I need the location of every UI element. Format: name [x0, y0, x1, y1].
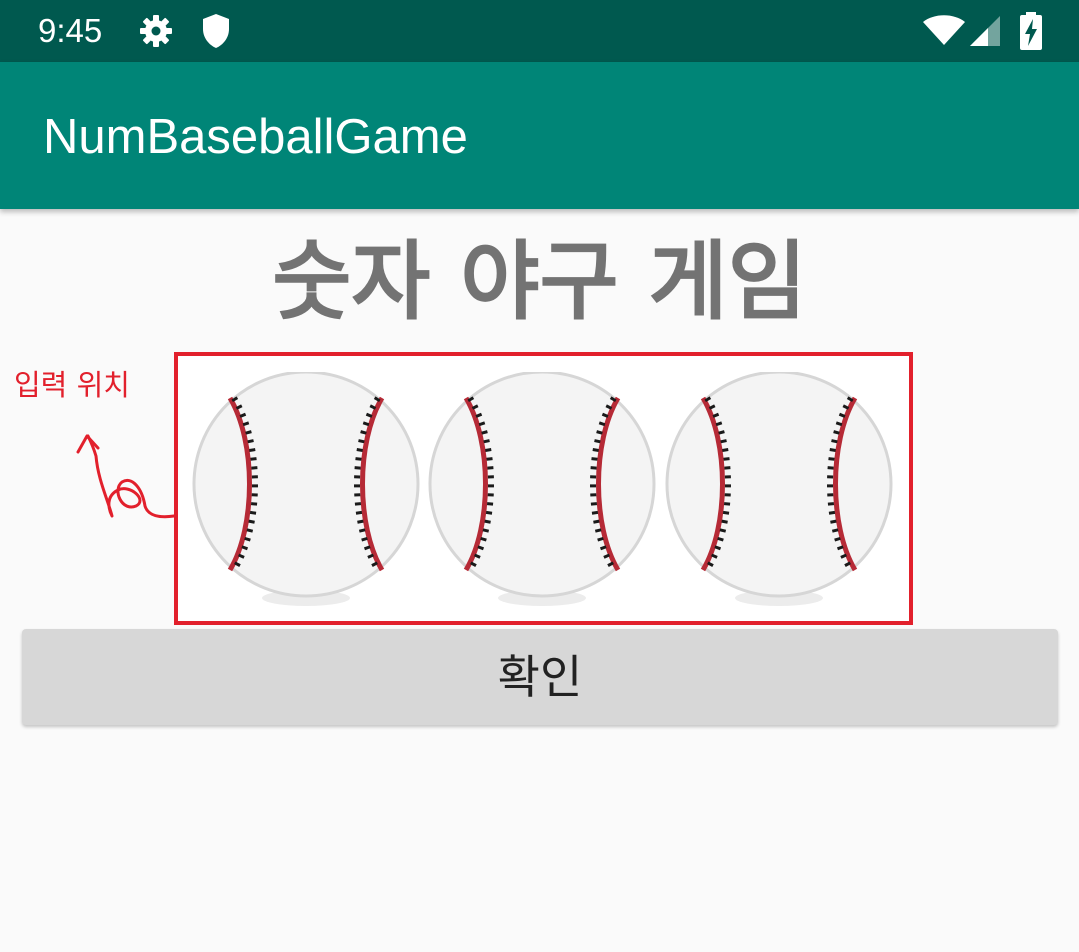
page-title: 숫자 야구 게임 [272, 232, 807, 332]
main-content: 숫자 야구 게임 입력 위치 확인 [0, 209, 1079, 952]
number-input-area [174, 352, 913, 625]
battery-charging-icon [1020, 12, 1042, 50]
gear-icon [140, 15, 172, 47]
input-slot-1[interactable] [190, 372, 422, 610]
annotation-arrow-icon [76, 434, 176, 519]
confirm-button[interactable]: 확인 [22, 629, 1058, 725]
input-slot-3[interactable] [663, 372, 895, 610]
annotation-label: 입력 위치 [14, 368, 130, 402]
shield-icon [203, 14, 229, 48]
wifi-icon [923, 15, 965, 45]
app-title: NumBaseballGame [43, 110, 468, 164]
input-slot-2[interactable] [426, 372, 658, 610]
baseball-icon [192, 372, 420, 606]
status-time: 9:45 [38, 12, 103, 49]
baseball-icon [428, 372, 656, 606]
status-bar: 9:45 [0, 0, 1079, 62]
app-bar: NumBaseballGame [0, 62, 1079, 209]
signal-icon [970, 16, 1000, 46]
baseball-icon [665, 372, 893, 606]
